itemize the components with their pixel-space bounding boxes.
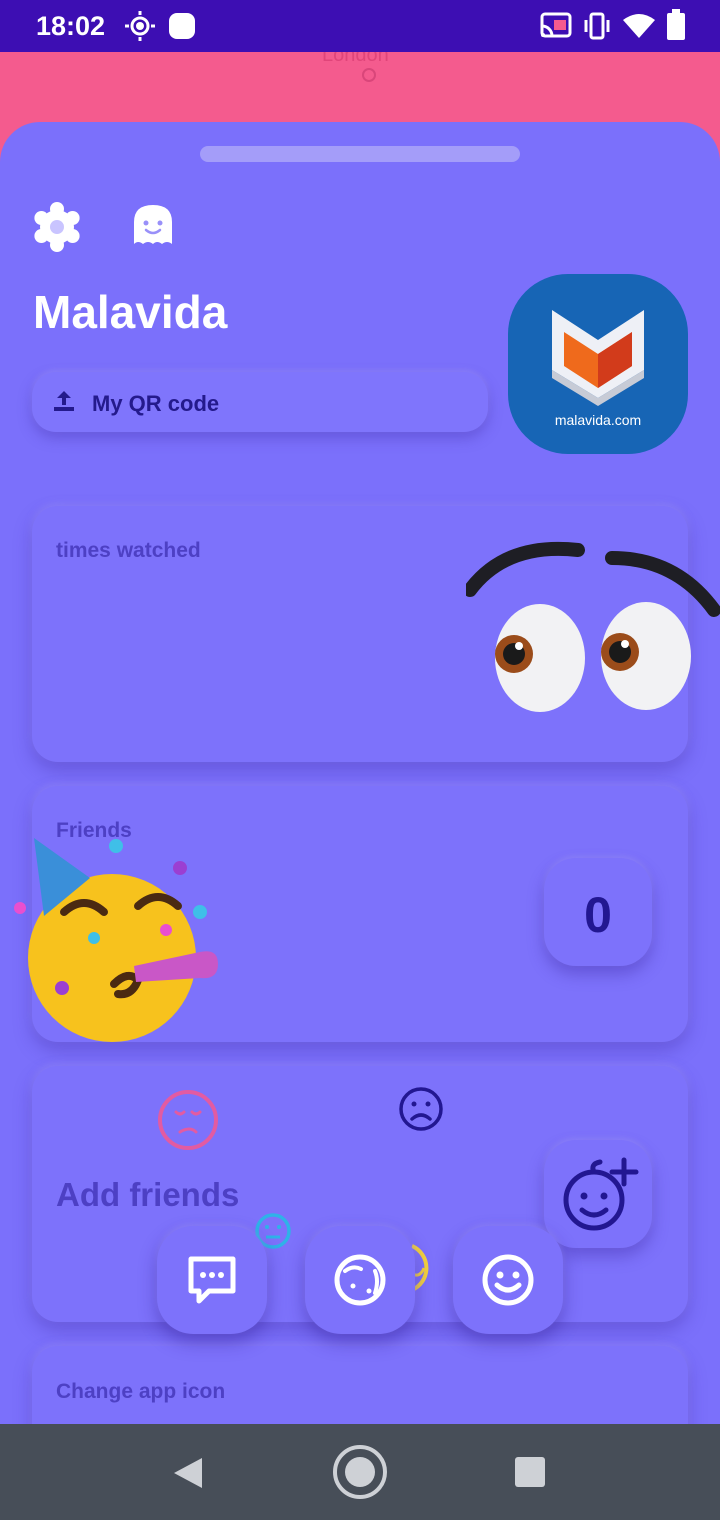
party-face-emoji-icon (10, 834, 230, 1055)
status-bar: 18:02 (0, 0, 720, 52)
brightness-icon (124, 10, 156, 47)
home-icon[interactable] (332, 1444, 388, 1505)
profile-smiley-button[interactable] (453, 1226, 563, 1334)
change-app-icon-title: Change app icon (56, 1380, 226, 1403)
status-time: 18:02 (36, 11, 106, 41)
cast-icon (540, 12, 572, 45)
eyes-emoji-icon (463, 536, 720, 725)
friends-count: 0 (584, 887, 612, 943)
ghost-mode-icon[interactable] (130, 202, 180, 252)
map-city-label: London (322, 52, 389, 66)
navigation-bar (0, 1424, 720, 1520)
notification-icon (168, 12, 196, 45)
my-qr-code-label: My QR code (92, 391, 220, 416)
avatar[interactable]: malavida.com (508, 274, 688, 454)
chat-icon (188, 1256, 236, 1304)
sheet-drag-handle[interactable] (200, 146, 520, 162)
add-friends-title: Add friends (56, 1176, 240, 1213)
share-upload-icon (52, 389, 76, 418)
profile-name: Malavida (33, 286, 228, 338)
my-qr-code-button[interactable]: My QR code (32, 372, 488, 432)
recents-icon[interactable] (514, 1456, 546, 1493)
times-watched-title: times watched (56, 539, 201, 562)
map-pin-icon (362, 68, 376, 82)
smiley-icon (482, 1254, 534, 1306)
add-friend-button[interactable] (544, 1140, 652, 1248)
settings-gear-icon[interactable] (32, 202, 82, 252)
add-friend-icon (558, 1154, 640, 1241)
sad-face-icon (398, 1086, 444, 1137)
friends-count-badge: 0 (544, 858, 652, 966)
dizzy-face-icon (156, 1088, 220, 1157)
back-icon[interactable] (172, 1456, 204, 1495)
battery-icon (666, 9, 686, 46)
wifi-icon (622, 12, 656, 45)
explore-button[interactable] (305, 1226, 415, 1334)
vibrate-icon (582, 12, 612, 45)
planet-icon (334, 1254, 386, 1306)
avatar-caption: malavida.com (554, 412, 642, 428)
chat-button[interactable] (157, 1226, 267, 1334)
